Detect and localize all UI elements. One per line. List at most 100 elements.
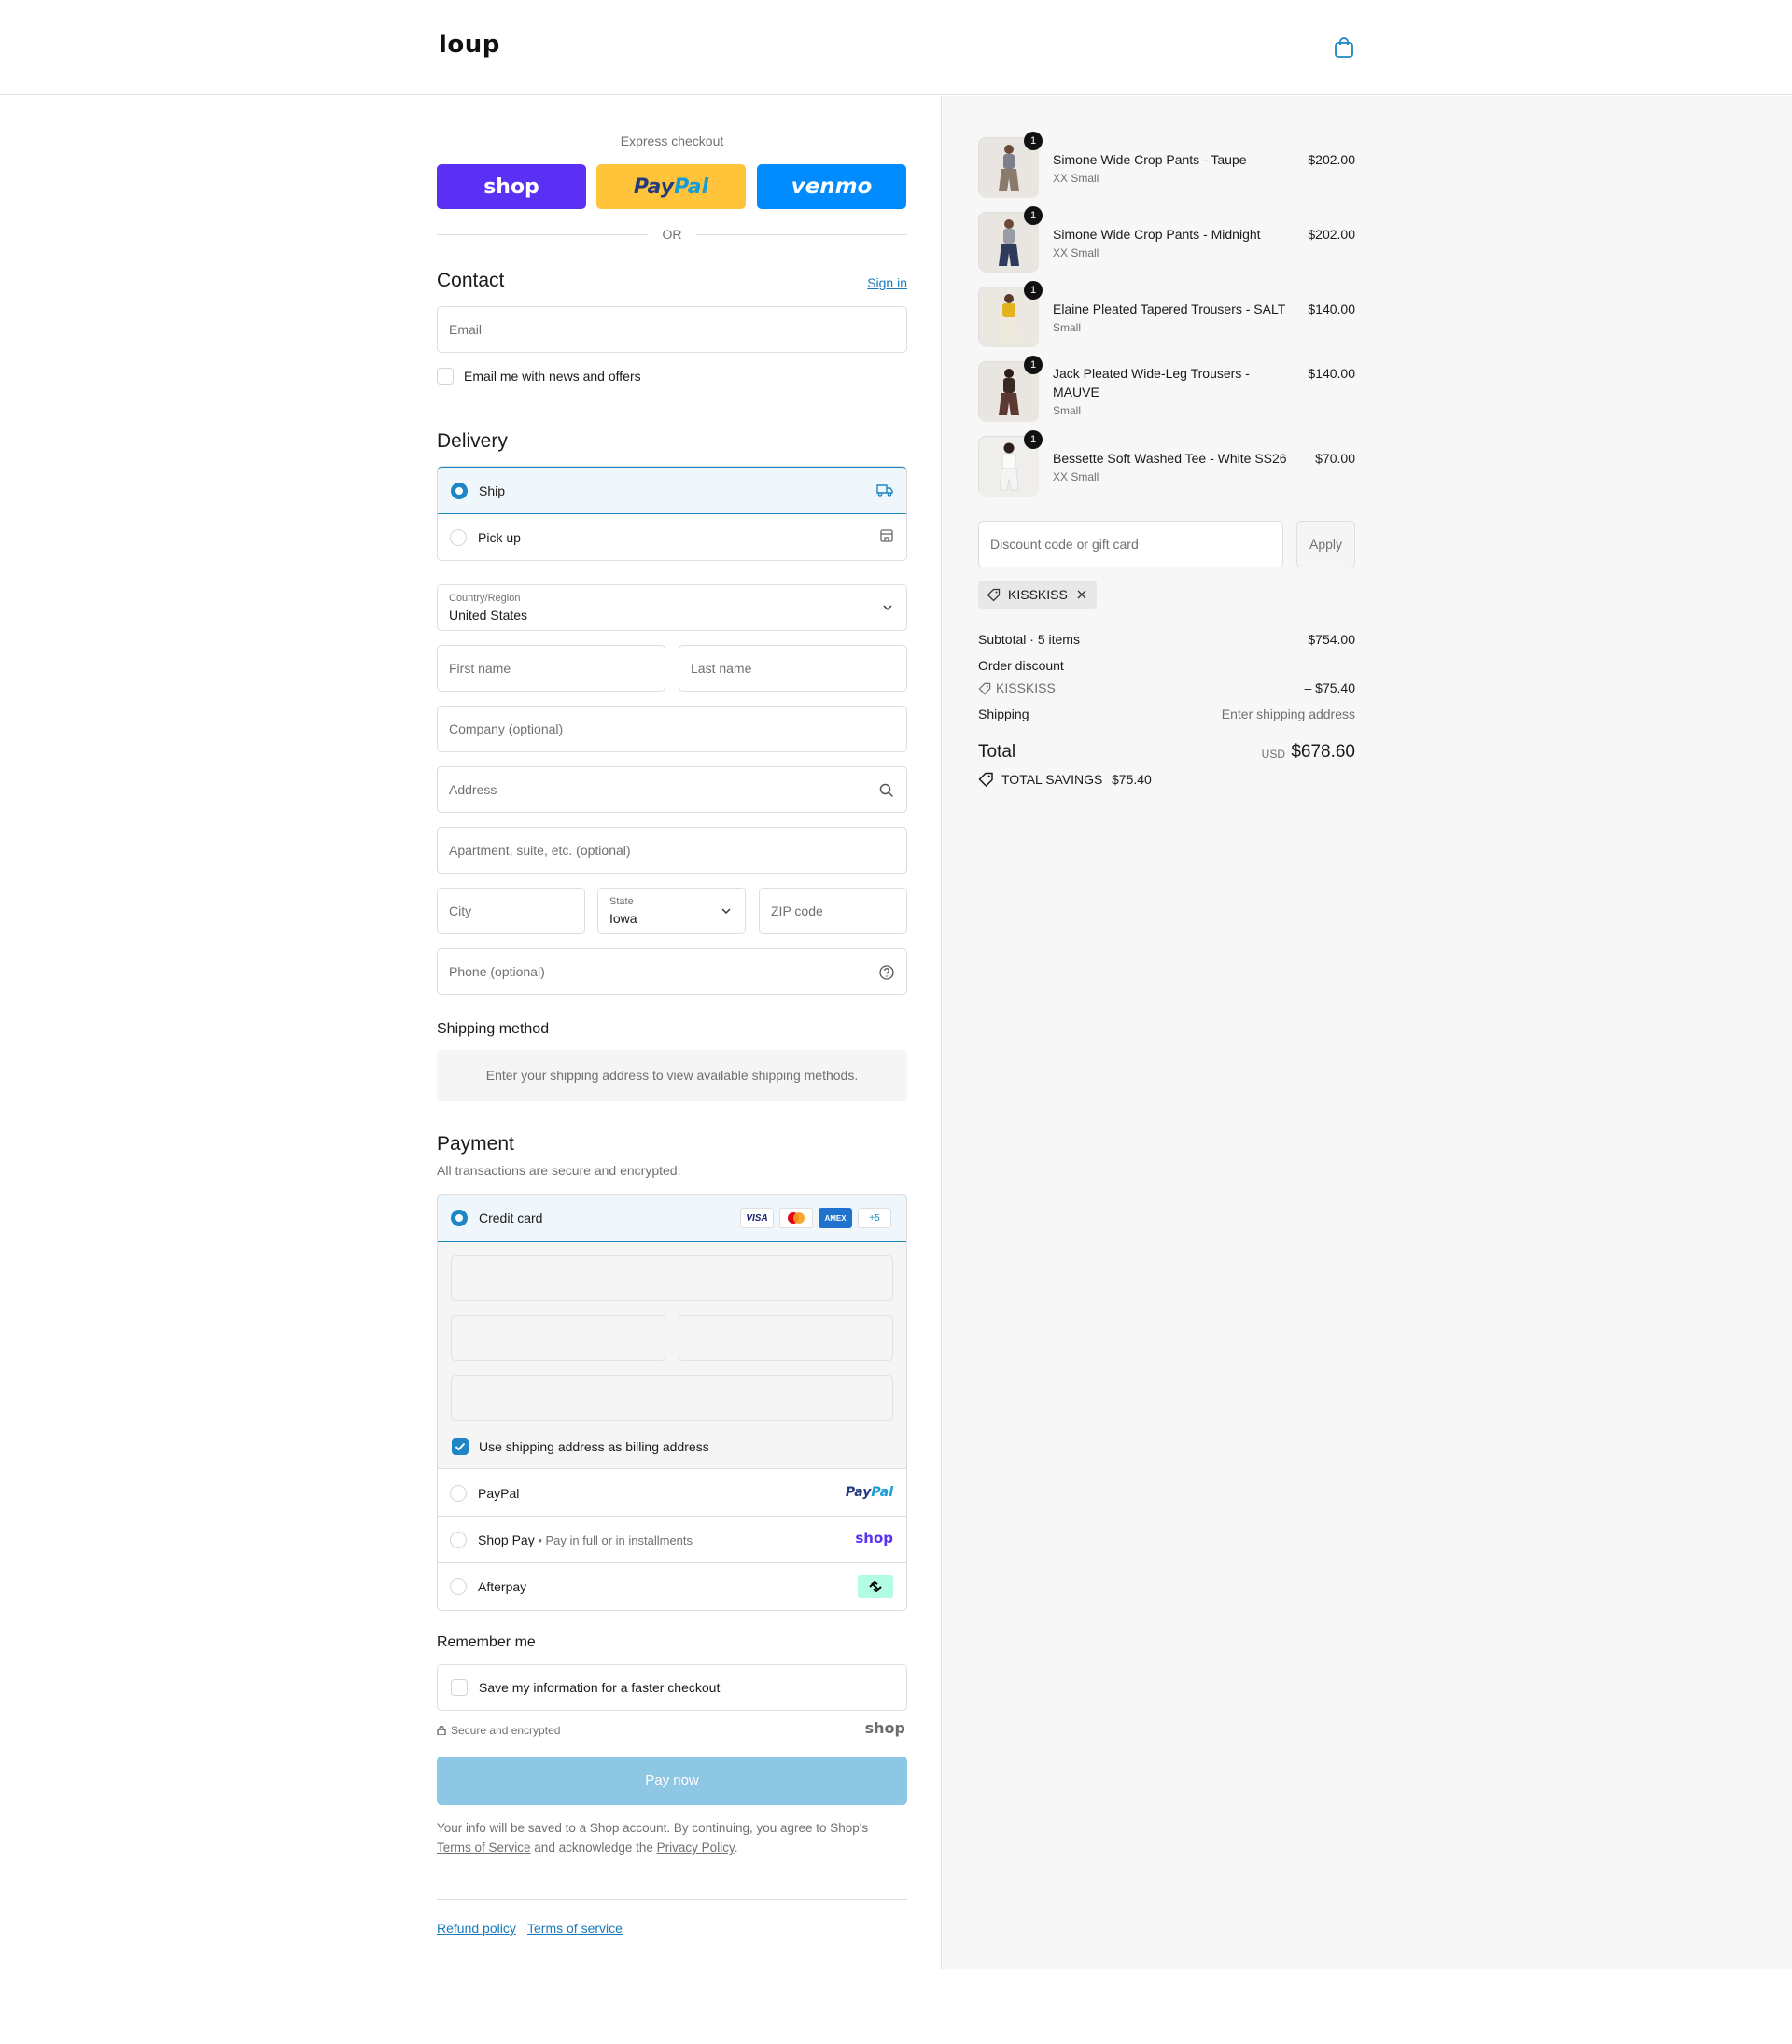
first-name-field[interactable]: First name (437, 645, 665, 692)
shop-pay-logo: shop (855, 1530, 893, 1547)
pay-now-button[interactable]: Pay now (437, 1757, 907, 1805)
shop-pay-option[interactable]: Shop Pay • Pay in full or in installment… (438, 1517, 906, 1563)
credit-card-radio[interactable] (451, 1210, 468, 1226)
remove-discount-icon[interactable] (1076, 589, 1087, 600)
shop-pay-button[interactable]: shop (437, 164, 586, 209)
product-thumbnail: 1 (978, 356, 1043, 422)
last-name-field[interactable]: Last name (679, 645, 907, 692)
pickup-radio[interactable] (450, 529, 467, 546)
product-variant: XX Small (1053, 470, 1099, 483)
card-name-field[interactable] (451, 1375, 893, 1421)
shop-pay-radio[interactable] (450, 1532, 467, 1548)
product-price: $140.00 (1308, 301, 1355, 316)
save-info-box[interactable]: Save my information for a faster checkou… (437, 1664, 907, 1711)
apply-discount-button[interactable]: Apply (1296, 521, 1355, 567)
country-select[interactable]: Country/Region United States (437, 584, 907, 631)
footer-divider (437, 1899, 907, 1900)
refund-policy-link[interactable]: Refund policy (437, 1921, 516, 1936)
quantity-badge: 1 (1024, 356, 1043, 374)
amex-icon: AMEX (819, 1208, 852, 1228)
product-price: $202.00 (1308, 152, 1355, 167)
save-info-checkbox[interactable] (451, 1679, 468, 1696)
company-field[interactable]: Company (optional) (437, 706, 907, 752)
help-icon[interactable] (878, 964, 895, 981)
card-expiry-field[interactable] (451, 1315, 665, 1361)
product-name: Simone Wide Crop Pants - Midnight (1053, 227, 1261, 242)
product-variant: XX Small (1053, 172, 1099, 185)
apartment-field[interactable]: Apartment, suite, etc. (optional) (437, 827, 907, 874)
product-variant: XX Small (1053, 246, 1099, 259)
afterpay-radio[interactable] (450, 1578, 467, 1595)
save-info-label: Save my information for a faster checkou… (479, 1680, 721, 1695)
search-icon (879, 783, 894, 798)
product-thumbnail: 1 (978, 206, 1043, 273)
product-price: $140.00 (1308, 366, 1355, 381)
quantity-badge: 1 (1024, 281, 1043, 300)
shop-pay-subtitle: Pay in full or in installments (545, 1533, 693, 1547)
chevron-down-icon (721, 908, 731, 914)
paypal-option[interactable]: PayPal PayPal (438, 1470, 906, 1517)
product-thumbnail: 1 (978, 281, 1043, 347)
ship-radio[interactable] (451, 483, 468, 499)
newsletter-label: Email me with news and offers (464, 369, 641, 384)
more-cards-badge: +5 (858, 1208, 891, 1228)
quantity-badge: 1 (1024, 430, 1043, 449)
afterpay-option[interactable]: Afterpay (438, 1563, 906, 1610)
product-price: $202.00 (1308, 227, 1355, 242)
billing-same-checkbox[interactable] (452, 1438, 469, 1455)
total-row: Total USD $678.60 (978, 742, 1355, 762)
shop-logo: shop (864, 1719, 905, 1737)
subtotal-row: Subtotal · 5 items $754.00 (978, 632, 1355, 647)
ship-option[interactable]: Ship (438, 467, 906, 514)
store-icon (880, 529, 893, 542)
product-variant: Small (1053, 321, 1082, 334)
sign-in-link[interactable]: Sign in (867, 275, 907, 290)
applied-discount-tag: KISSKISS (978, 581, 1097, 609)
state-select[interactable]: State Iowa (597, 888, 746, 934)
paypal-radio[interactable] (450, 1485, 467, 1502)
pickup-option[interactable]: Pick up (438, 514, 906, 560)
card-cvv-field[interactable] (679, 1315, 893, 1361)
visa-icon: VISA (740, 1208, 774, 1228)
or-divider: OR (437, 225, 907, 244)
order-discount-label: Order discount (978, 658, 1064, 673)
phone-field[interactable]: Phone (optional) (437, 948, 907, 995)
credit-card-option[interactable]: Credit card VISA AMEX +5 (438, 1195, 906, 1242)
payment-heading: Payment (437, 1133, 514, 1155)
legal-text: Your info will be saved to a Shop accoun… (437, 1821, 869, 1855)
contact-heading: Contact (437, 270, 505, 291)
quantity-badge: 1 (1024, 206, 1043, 225)
payment-options: Credit card VISA AMEX +5 Use shipping ad… (437, 1194, 907, 1611)
terms-of-service-link[interactable]: Terms of service (527, 1921, 623, 1936)
paypal-logo: PayPal (845, 1485, 893, 1500)
city-field[interactable]: City (437, 888, 585, 934)
chevron-down-icon (883, 605, 892, 610)
site-header: loup (0, 0, 1792, 95)
tag-icon (978, 682, 991, 695)
shopping-bag-icon[interactable] (1334, 36, 1354, 59)
shipping-method-heading: Shipping method (437, 1021, 550, 1037)
card-details-panel: Use shipping address as billing address (438, 1242, 906, 1469)
product-name: Simone Wide Crop Pants - Taupe (1053, 152, 1247, 167)
zip-field[interactable]: ZIP code (759, 888, 907, 934)
discount-code-field[interactable]: Discount code or gift card (978, 521, 1283, 567)
shop-privacy-link[interactable]: Privacy Policy (657, 1841, 735, 1855)
product-thumbnail: 1 (978, 430, 1043, 497)
express-checkout-label: Express checkout (620, 133, 724, 148)
card-number-field[interactable] (451, 1255, 893, 1301)
shop-terms-link[interactable]: Terms of Service (437, 1841, 531, 1855)
tag-icon (987, 588, 1001, 602)
truck-icon (876, 484, 893, 497)
venmo-button[interactable]: venmo (757, 164, 906, 209)
delivery-options: Ship Pick up (437, 466, 907, 561)
lock-icon (437, 1725, 446, 1735)
paypal-button[interactable]: Pay Pal (596, 164, 746, 209)
email-field[interactable]: Email (437, 306, 907, 353)
delivery-heading: Delivery (437, 430, 508, 452)
address-field[interactable]: Address (437, 766, 907, 813)
secure-label: Secure and encrypted (451, 1724, 561, 1737)
payment-subtitle: All transactions are secure and encrypte… (437, 1163, 681, 1178)
newsletter-checkbox[interactable] (437, 368, 454, 385)
tag-icon (978, 772, 993, 787)
store-logo[interactable]: loup (439, 31, 500, 59)
